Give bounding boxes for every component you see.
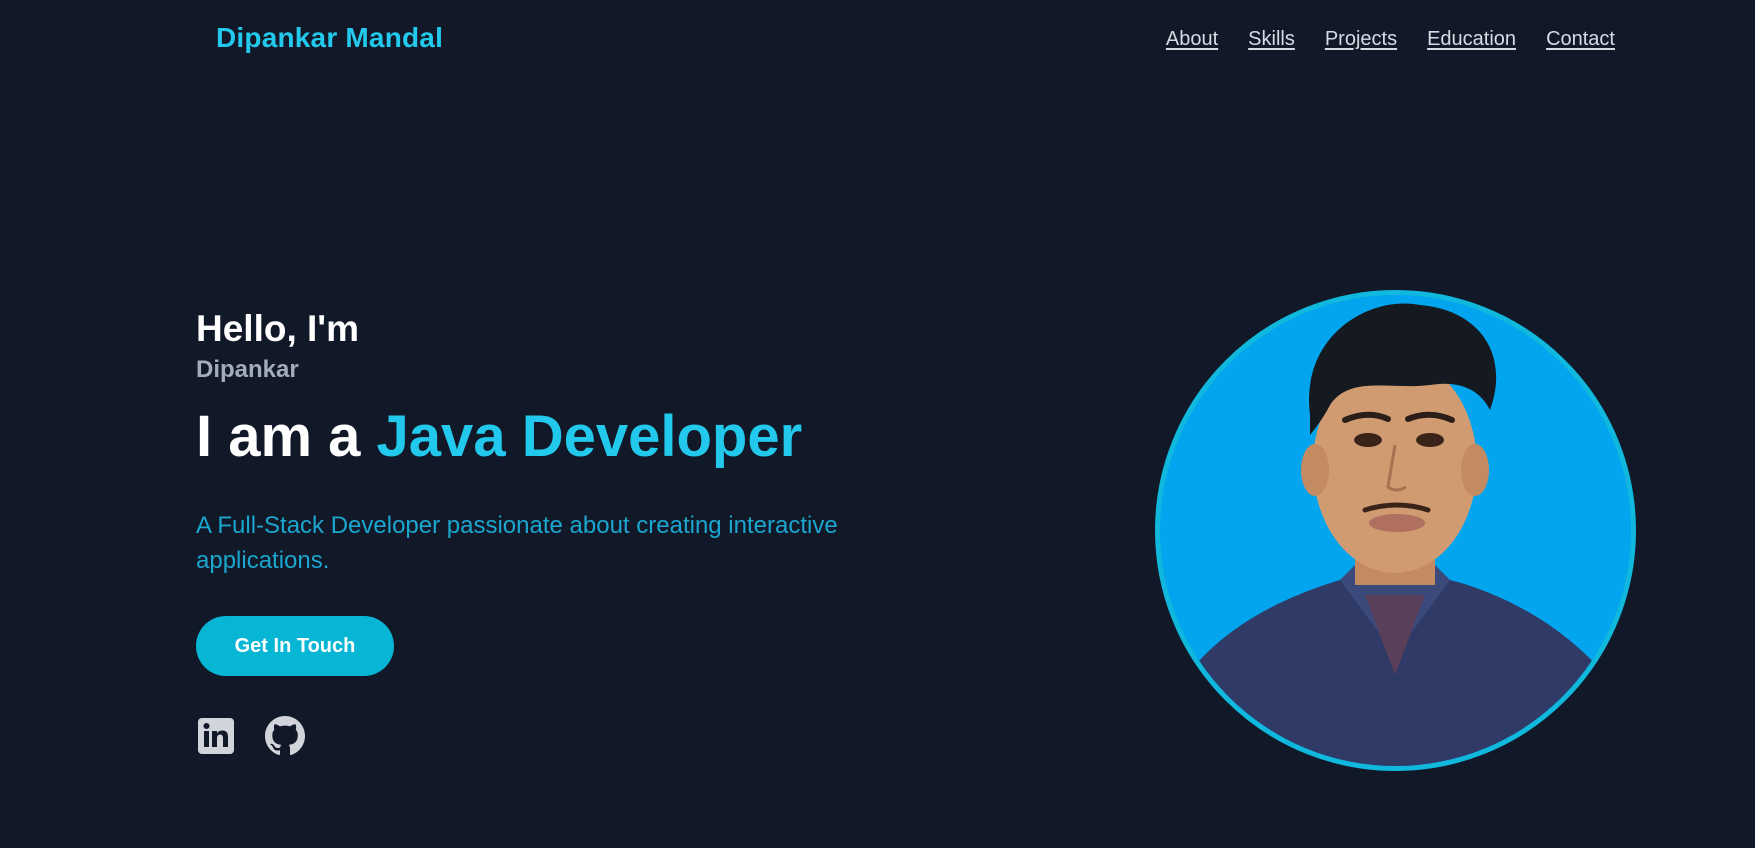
hero-tagline: A Full-Stack Developer passionate about … — [196, 512, 838, 574]
github-icon[interactable] — [265, 716, 305, 756]
headline-role: Java Developer — [376, 404, 803, 469]
hero-headline: I am a Java Developer — [196, 403, 802, 470]
nav-link-skills[interactable]: Skills — [1248, 28, 1295, 51]
profile-photo — [1155, 290, 1636, 771]
nav-link-education[interactable]: Education — [1427, 28, 1516, 51]
main-nav: About Skills Projects Education Contact — [1166, 28, 1615, 51]
brand-logo-text[interactable]: Dipankar Mandal — [216, 22, 443, 54]
nav-link-projects[interactable]: Projects — [1325, 28, 1397, 51]
portfolio-page: Dipankar Mandal About Skills Projects Ed… — [0, 0, 1755, 848]
headline-prefix: I am a — [196, 404, 377, 469]
first-name: Dipankar — [196, 356, 299, 383]
greeting-heading: Hello, I'm — [196, 308, 359, 349]
nav-link-contact[interactable]: Contact — [1546, 28, 1615, 51]
nav-link-about[interactable]: About — [1166, 28, 1218, 51]
get-in-touch-button[interactable]: Get In Touch — [196, 616, 394, 676]
site-header: Dipankar Mandal About Skills Projects Ed… — [0, 0, 1755, 84]
linkedin-icon[interactable] — [196, 716, 236, 756]
